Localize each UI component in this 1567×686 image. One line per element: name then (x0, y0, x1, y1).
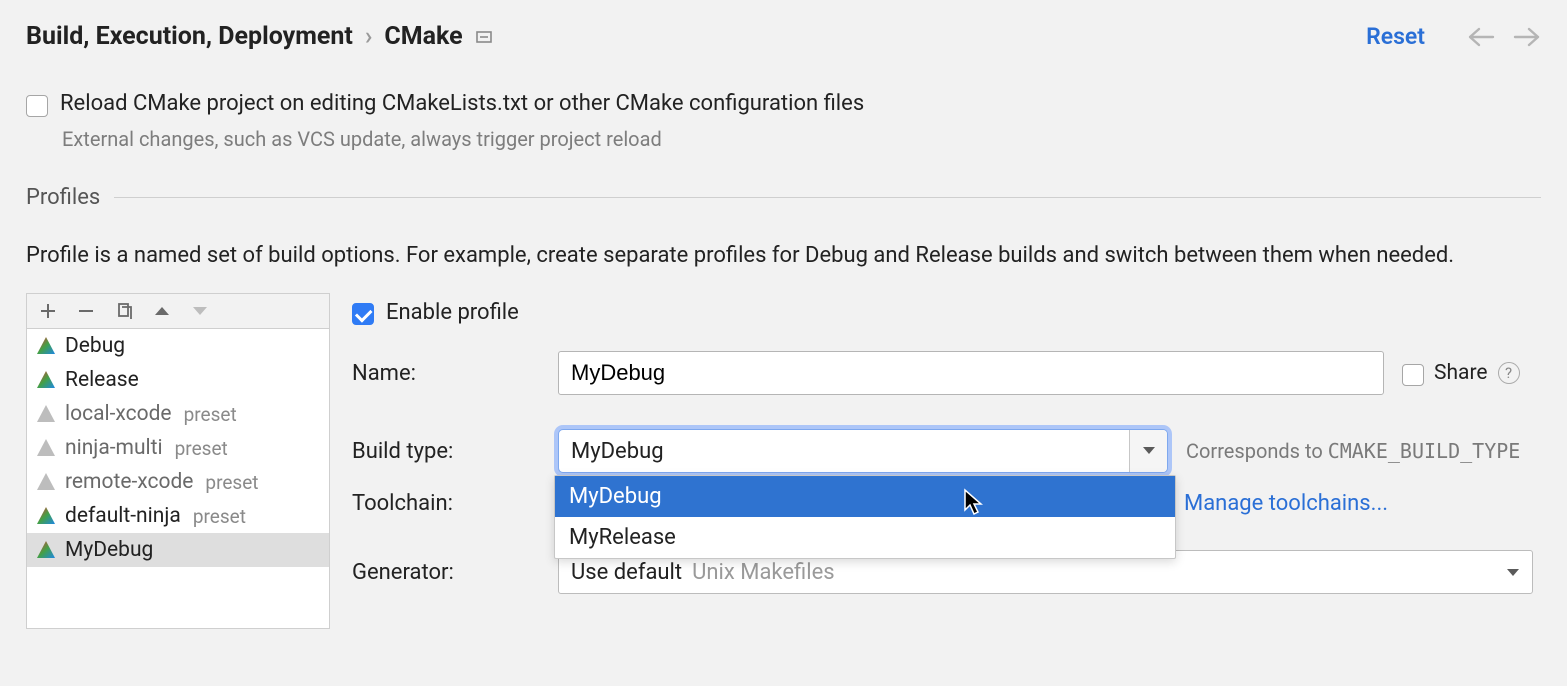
profile-name: remote-xcode (65, 470, 193, 494)
breadcrumb-parent[interactable]: Build, Execution, Deployment (26, 22, 353, 51)
cmake-icon (35, 505, 57, 527)
preset-tag: preset (175, 437, 228, 460)
cmake-icon (35, 335, 57, 357)
cmake-icon (35, 369, 57, 391)
profile-name: Release (65, 368, 139, 392)
add-profile-button[interactable] (39, 302, 57, 320)
profile-item[interactable]: Debug (27, 329, 329, 363)
help-icon[interactable]: ? (1498, 362, 1520, 384)
cmake-icon (35, 403, 57, 425)
remove-profile-button[interactable] (77, 302, 95, 320)
build-type-hint: Corresponds to (1186, 439, 1328, 463)
enable-profile-label: Enable profile (386, 300, 519, 325)
breadcrumb-current: CMake (384, 22, 462, 51)
chevron-down-icon[interactable] (1506, 560, 1520, 584)
preset-tag: preset (205, 471, 258, 494)
chevron-down-icon[interactable] (1129, 430, 1167, 472)
build-type-dropdown[interactable]: MyDebug MyRelease (554, 475, 1176, 559)
profile-name: Debug (65, 334, 125, 358)
reset-link[interactable]: Reset (1366, 23, 1425, 50)
share-label: Share (1434, 361, 1488, 385)
share-checkbox[interactable] (1402, 364, 1424, 386)
move-up-button[interactable] (153, 304, 171, 318)
reload-label: Reload CMake project on editing CMakeLis… (60, 91, 864, 116)
build-type-var: CMAKE_BUILD_TYPE (1328, 439, 1521, 463)
toolchain-label: Toolchain: (352, 491, 558, 516)
profile-name: default-ninja (65, 504, 181, 528)
profile-name: local-xcode (65, 402, 172, 426)
cmake-icon (35, 437, 57, 459)
generator-default-label: Use default (571, 560, 682, 585)
preset-tag: preset (193, 505, 246, 528)
profile-item[interactable]: remote-xcode preset (27, 465, 329, 499)
profiles-section-title: Profiles (26, 185, 100, 210)
generator-value: Unix Makefiles (692, 560, 834, 585)
profile-item[interactable]: ninja-multi preset (27, 431, 329, 465)
collapse-icon[interactable] (475, 28, 493, 46)
reload-checkbox[interactable] (26, 95, 48, 117)
divider (114, 197, 1541, 198)
build-type-label: Build type: (352, 439, 558, 464)
profile-item[interactable]: local-xcode preset (27, 397, 329, 431)
dropdown-item[interactable]: MyRelease (555, 517, 1175, 558)
profile-item[interactable]: MyDebug (27, 533, 329, 567)
generator-label: Generator: (352, 560, 558, 585)
cmake-icon (35, 471, 57, 493)
nav-back-icon[interactable] (1467, 27, 1495, 47)
profiles-description: Profile is a named set of build options.… (26, 240, 1536, 271)
name-label: Name: (352, 361, 558, 386)
build-type-combobox[interactable]: MyDebug (558, 429, 1168, 473)
dropdown-item[interactable]: MyDebug (555, 476, 1175, 517)
preset-tag: preset (184, 403, 237, 426)
cmake-icon (35, 539, 57, 561)
profile-name: ninja-multi (65, 436, 163, 460)
enable-profile-checkbox[interactable] (352, 303, 374, 325)
profile-item[interactable]: Release (27, 363, 329, 397)
profiles-list[interactable]: DebugReleaselocal-xcodepresetninja-multi… (26, 329, 330, 629)
reload-hint: External changes, such as VCS update, al… (62, 127, 1541, 151)
profile-name: MyDebug (65, 538, 153, 562)
build-type-value: MyDebug (559, 439, 1129, 464)
profile-item[interactable]: default-ninja preset (27, 499, 329, 533)
manage-toolchains-link[interactable]: Manage toolchains... (1184, 491, 1388, 516)
breadcrumb-separator: › (365, 22, 373, 51)
copy-profile-button[interactable] (115, 302, 133, 320)
nav-forward-icon[interactable] (1513, 27, 1541, 47)
name-field[interactable] (558, 351, 1384, 395)
move-down-button[interactable] (191, 304, 209, 318)
